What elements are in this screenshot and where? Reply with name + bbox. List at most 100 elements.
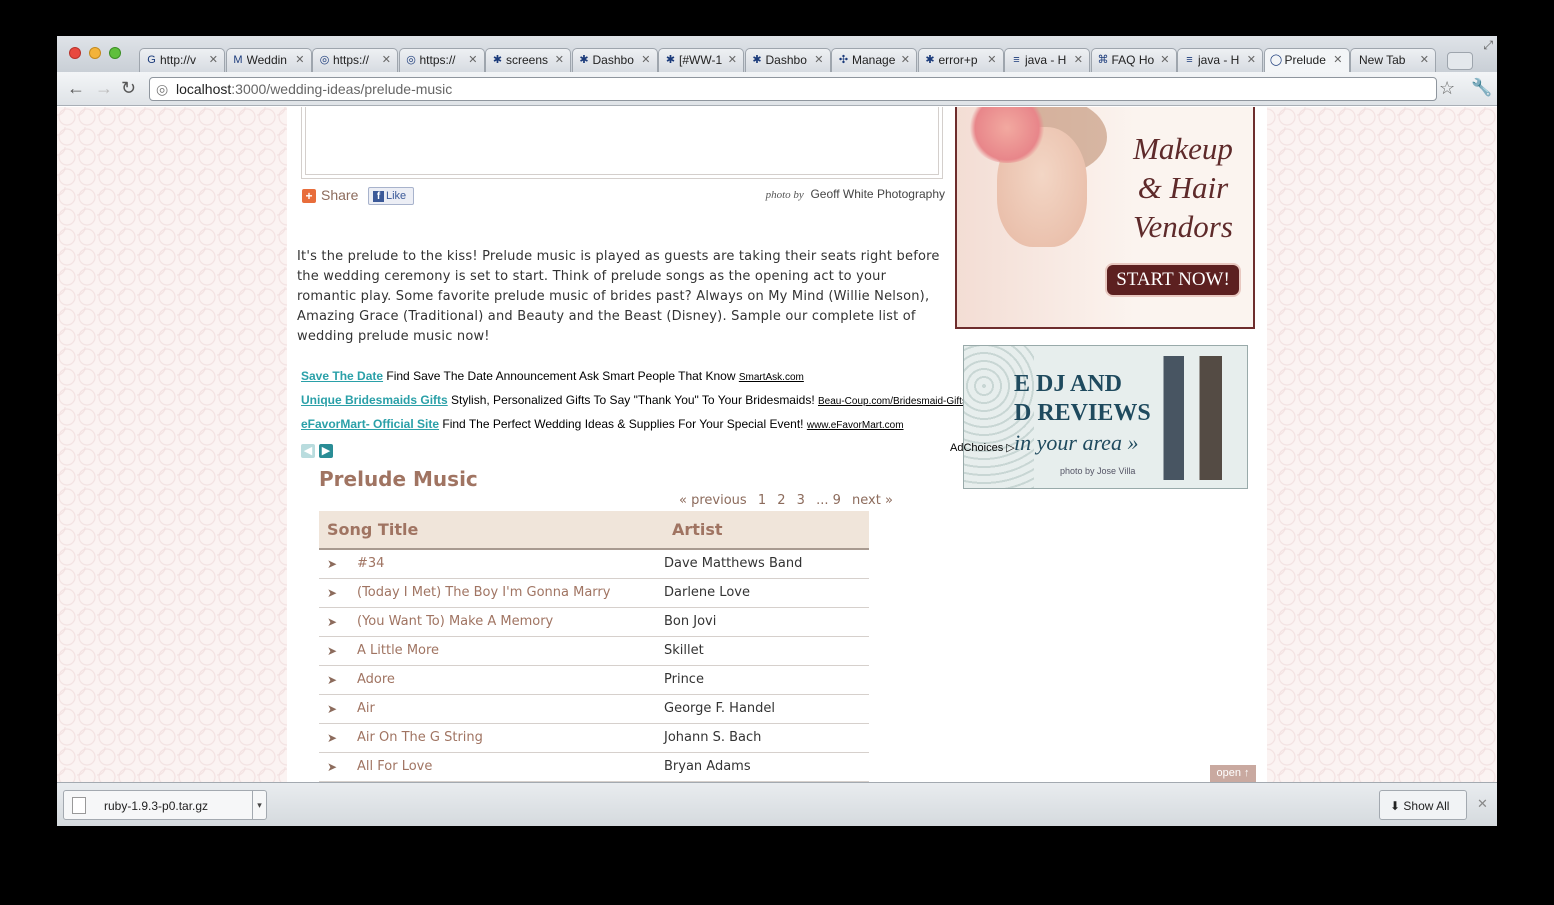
tab-close-icon[interactable]: ✕	[1247, 53, 1256, 66]
browser-tab[interactable]: New Tab ✕	[1350, 48, 1436, 72]
browser-tab[interactable]: ◎ https:// ✕	[312, 48, 398, 72]
artist-cell: Bon Jovi	[664, 607, 869, 637]
browser-tab[interactable]: ✱ Dashbo ✕	[571, 48, 658, 72]
pagination-page[interactable]: ... 9	[816, 493, 841, 508]
song-title-link[interactable]: Air	[357, 694, 664, 724]
close-icon[interactable]: ✕	[1477, 796, 1488, 812]
tab-favicon-icon: G	[147, 54, 156, 66]
song-title-link[interactable]: Adore	[357, 665, 664, 695]
browser-tab[interactable]: ✱ error+p ✕	[917, 48, 1004, 72]
browser-tab[interactable]: Ghttp://v ✕	[139, 48, 225, 72]
table-row[interactable]: ➤ #34 Dave Matthews Band	[319, 549, 869, 579]
browser-tab[interactable]: ⌘ FAQ Ho ✕	[1090, 48, 1177, 72]
ad-domain-link[interactable]: Beau-Coup.com/Bridesmaid-Gifts	[818, 396, 967, 407]
bookmark-star-icon[interactable]: ☆	[1439, 78, 1455, 99]
facebook-like-button[interactable]: f Like	[368, 187, 414, 205]
pagination-next[interactable]: next »	[852, 493, 893, 508]
pagination-page[interactable]: 1	[758, 493, 766, 508]
ad-row: eFavorMart- Official Site Find The Perfe…	[301, 417, 904, 431]
ad-link[interactable]: Save The Date	[301, 369, 383, 383]
minimize-window-button[interactable]	[89, 47, 101, 59]
tab-close-icon[interactable]: ✕	[987, 53, 996, 66]
play-arrow-icon[interactable]: ➤	[319, 694, 357, 724]
tab-close-icon[interactable]: ✕	[209, 53, 218, 66]
tab-label: java - H	[1198, 53, 1240, 67]
artist-cell: Skillet	[664, 636, 869, 666]
browser-tab[interactable]: M Weddin ✕	[225, 48, 312, 72]
table-row[interactable]: ➤ Adore Prince	[319, 665, 869, 695]
adchoices-link[interactable]: AdChoices ▷	[950, 441, 1015, 454]
browser-tab[interactable]: ≡ java - H ✕	[1177, 48, 1263, 72]
tab-label: Manage	[852, 53, 896, 67]
tab-close-icon[interactable]: ✕	[1420, 53, 1429, 66]
share-button[interactable]: + Share	[302, 187, 358, 203]
ad-domain-link[interactable]: www.eFavorMart.com	[807, 420, 904, 431]
browser-tab[interactable]: ✣ Manage ✕	[831, 48, 917, 72]
tab-close-icon[interactable]: ✕	[1333, 53, 1342, 66]
play-arrow-icon[interactable]: ➤	[319, 578, 357, 608]
ad-link[interactable]: Unique Bridesmaids Gifts	[301, 393, 448, 407]
start-now-button[interactable]: START NOW!	[1105, 263, 1241, 297]
chevron-down-icon[interactable]: ▾	[252, 791, 266, 819]
pagination-page[interactable]: 3	[797, 493, 805, 508]
tab-close-icon[interactable]: ✕	[468, 53, 477, 66]
song-title-link[interactable]: (Today I Met) The Boy I'm Gonna Marry	[357, 578, 664, 608]
fullscreen-icon[interactable]: ⤢	[1483, 38, 1493, 53]
tab-close-icon[interactable]: ✕	[555, 53, 564, 66]
tab-close-icon[interactable]: ✕	[1074, 53, 1083, 66]
pagination-previous[interactable]: « previous	[679, 493, 747, 508]
play-arrow-icon[interactable]: ➤	[319, 752, 357, 782]
open-drawer-tab[interactable]: open ↑	[1210, 765, 1256, 782]
show-all-downloads-button[interactable]: ⬇ Show All	[1379, 790, 1467, 820]
song-title-link[interactable]: A Little More	[357, 636, 664, 666]
browser-tab[interactable]: ✱ [#WW-1 ✕	[658, 48, 744, 72]
play-arrow-icon[interactable]: ➤	[319, 636, 357, 666]
browser-tab[interactable]: ≡ java - H ✕	[1004, 48, 1090, 72]
page-viewport[interactable]: + Share f Like photo by Geoff White Photog…	[57, 107, 1497, 782]
forward-icon[interactable]: →	[95, 79, 113, 97]
ad-next-icon[interactable]: ▶	[319, 444, 333, 458]
song-title-link[interactable]: All For Love	[357, 752, 664, 782]
close-window-button[interactable]	[69, 47, 81, 59]
browser-tab[interactable]: ✱ Dashbo ✕	[744, 48, 831, 72]
browser-tab[interactable]: ◯ Prelude ✕	[1263, 48, 1350, 72]
wrench-icon[interactable]: 🔧	[1471, 78, 1492, 98]
tab-close-icon[interactable]: ✕	[814, 53, 823, 66]
play-arrow-icon[interactable]: ➤	[319, 665, 357, 695]
tab-close-icon[interactable]: ✕	[1160, 53, 1169, 66]
back-icon[interactable]: ←	[67, 79, 85, 97]
play-arrow-icon[interactable]: ➤	[319, 723, 357, 753]
browser-tab[interactable]: ◎ https:// ✕	[398, 48, 485, 72]
tab-close-icon[interactable]: ✕	[382, 53, 391, 66]
table-row[interactable]: ➤ Air George F. Handel	[319, 694, 869, 724]
song-title-link[interactable]: (You Want To) Make A Memory	[357, 607, 664, 637]
reload-icon[interactable]: ↻	[121, 79, 136, 97]
tab-close-icon[interactable]: ✕	[641, 53, 650, 66]
tab-close-icon[interactable]: ✕	[901, 53, 910, 66]
song-title-link[interactable]: #34	[357, 549, 664, 579]
address-bar[interactable]: ◎ localhost:3000/wedding-ideas/prelude-m…	[149, 77, 1437, 101]
makeup-hair-ad[interactable]: Makeup & Hair Vendors START NOW!	[955, 107, 1255, 329]
dj-band-reviews-ad[interactable]: E DJ AND D REVIEWS in your area » photo …	[963, 345, 1248, 489]
download-item[interactable]: ruby-1.9.3-p0.tar.gz ▾	[63, 790, 267, 820]
browser-tab[interactable]: ✱ screens ✕	[485, 48, 571, 72]
table-row[interactable]: ➤ All For Love Bryan Adams	[319, 752, 869, 782]
play-arrow-icon[interactable]: ➤	[319, 549, 357, 579]
song-title-link[interactable]: Air On The G String	[357, 723, 664, 753]
new-tab-button[interactable]	[1447, 52, 1473, 70]
table-row[interactable]: ➤ (Today I Met) The Boy I'm Gonna Marry Da…	[319, 578, 869, 608]
tab-close-icon[interactable]: ✕	[728, 53, 737, 66]
table-row[interactable]: ➤ (You Want To) Make A Memory Bon Jovi	[319, 607, 869, 637]
tab-close-icon[interactable]: ✕	[295, 53, 304, 66]
table-row[interactable]: ➤ A Little More Skillet	[319, 636, 869, 666]
play-arrow-icon[interactable]: ➤	[319, 607, 357, 637]
ad-prev-icon[interactable]: ◀	[301, 444, 315, 458]
zoom-window-button[interactable]	[109, 47, 121, 59]
globe-icon: ◎	[156, 81, 169, 97]
table-row[interactable]: ➤ Air On The G String Johann S. Bach	[319, 723, 869, 753]
tab-strip: Ghttp://v ✕ M Weddin ✕ ◎ https://✕ ◎ https://✕ ✱ s…	[57, 36, 1497, 72]
pagination-page[interactable]: 2	[777, 493, 785, 508]
ad-link[interactable]: eFavorMart- Official Site	[301, 417, 439, 431]
ad-domain-link[interactable]: SmartAsk.com	[739, 372, 804, 383]
tab-favicon-icon: ⌘	[1097, 54, 1109, 66]
